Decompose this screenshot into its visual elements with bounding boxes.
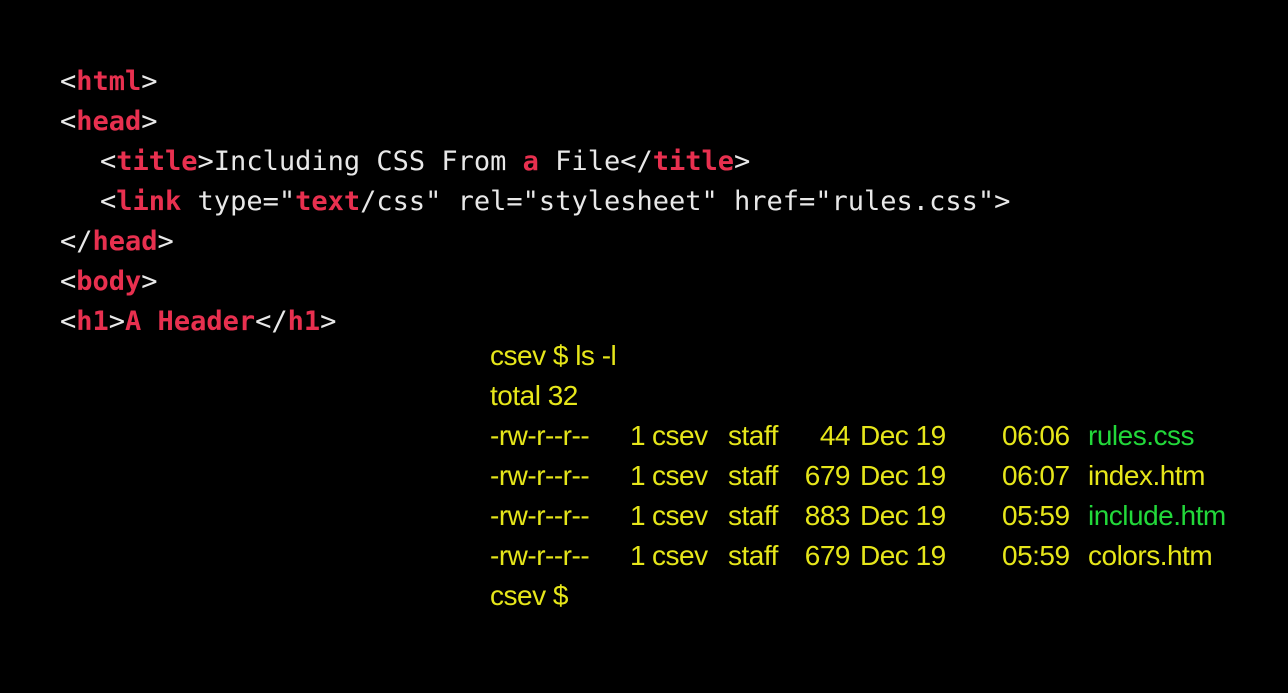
code-line: <title>Including CSS From a File</title> xyxy=(60,142,1010,182)
code-text: < xyxy=(100,186,117,217)
file-time: 06:07 xyxy=(1002,460,1070,491)
file-link-count: 1 xyxy=(630,420,646,451)
code-text: > xyxy=(320,306,337,337)
code-text: < xyxy=(60,306,77,337)
code-tag-name: head xyxy=(92,226,158,257)
code-text: < xyxy=(100,146,117,177)
file-permissions: -rw-r--r-- xyxy=(490,540,590,571)
code-tag-name: body xyxy=(76,266,142,297)
code-line: </head> xyxy=(60,222,1010,262)
file-date: Dec 19 xyxy=(860,500,946,531)
file-size: 679 xyxy=(804,540,851,571)
file-name: index.htm xyxy=(1088,460,1205,491)
file-row: -rw-r--r-- 1 csev staff 679 Dec 19 06:07 index.… xyxy=(490,456,1226,496)
code-tag-name: A Header xyxy=(125,306,256,337)
code-line: <link type="text/css" rel="stylesheet" h… xyxy=(60,182,1010,222)
file-link-count: 1 xyxy=(630,540,646,571)
file-size: 44 xyxy=(819,420,851,451)
file-group: staff xyxy=(728,540,778,571)
code-text: > xyxy=(108,306,126,337)
file-owner: csev xyxy=(652,460,708,491)
terminal-final-prompt: csev $ xyxy=(490,580,568,611)
terminal-output: csev $ ls -l total 32 -rw-r--r-- 1 csev sta… xyxy=(490,336,1226,616)
file-name: colors.htm xyxy=(1088,540,1213,571)
code-text: > xyxy=(157,226,174,257)
file-row: -rw-r--r-- 1 csev staff 44 Dec 19 06:06 rules.c… xyxy=(490,416,1226,456)
file-time: 06:06 xyxy=(1002,420,1070,451)
code-tag-name: a xyxy=(522,146,539,177)
file-row: -rw-r--r-- 1 csev staff 883 Dec 19 05:59 includ… xyxy=(490,496,1226,536)
file-size: 883 xyxy=(804,500,851,531)
code-text: > xyxy=(734,146,751,177)
code-tag-name: head xyxy=(76,106,142,137)
file-name: rules.css xyxy=(1088,420,1194,451)
code-tag-name: text xyxy=(295,186,361,217)
code-tag-name: title xyxy=(652,146,734,177)
file-group: staff xyxy=(728,500,778,531)
file-permissions: -rw-r--r-- xyxy=(490,460,590,491)
code-tag-name: title xyxy=(116,146,198,177)
file-group: staff xyxy=(728,460,778,491)
code-text: File</ xyxy=(538,146,653,177)
file-name: include.htm xyxy=(1088,500,1226,531)
file-size: 679 xyxy=(804,460,851,491)
code-text: </ xyxy=(60,226,93,257)
file-owner: csev xyxy=(652,420,708,451)
code-text: > xyxy=(141,106,158,137)
html-code-block: <html> <head> <title>Including CSS From a … xyxy=(60,62,1010,342)
code-line: <body> xyxy=(60,262,1010,302)
code-text: > xyxy=(141,66,158,97)
file-date: Dec 19 xyxy=(860,420,946,451)
file-date: Dec 19 xyxy=(860,540,946,571)
file-link-count: 1 xyxy=(630,500,646,531)
file-permissions: -rw-r--r-- xyxy=(490,420,590,451)
terminal-total-line: total 32 xyxy=(490,380,578,411)
terminal-command-line: csev $ ls -l xyxy=(490,340,617,371)
code-text: < xyxy=(60,266,77,297)
code-tag-name: h1 xyxy=(287,306,321,337)
file-time: 05:59 xyxy=(1002,500,1070,531)
code-text: > xyxy=(141,266,158,297)
file-listing: -rw-r--r-- 1 csev staff 44 Dec 19 06:06 rules.c… xyxy=(490,416,1226,576)
file-owner: csev xyxy=(652,540,708,571)
code-tag-name: html xyxy=(76,66,142,97)
code-text: >Including CSS From xyxy=(197,146,523,177)
file-date: Dec 19 xyxy=(860,460,946,491)
file-group: staff xyxy=(728,420,778,451)
slide: <html> <head> <title>Including CSS From a … xyxy=(0,0,1288,693)
code-tag-name: link xyxy=(116,186,182,217)
file-time: 05:59 xyxy=(1002,540,1070,571)
file-row: -rw-r--r-- 1 csev staff 679 Dec 19 05:59 colors… xyxy=(490,536,1226,576)
code-tag-name: h1 xyxy=(76,306,109,337)
code-text: < xyxy=(60,66,77,97)
file-owner: csev xyxy=(652,500,708,531)
file-permissions: -rw-r--r-- xyxy=(490,500,590,531)
code-text: /css" rel="stylesheet" href="rules.css"> xyxy=(360,186,1011,217)
code-text: type=" xyxy=(181,186,296,217)
file-link-count: 1 xyxy=(630,460,646,491)
code-text: </ xyxy=(255,306,288,337)
code-line: <html> xyxy=(60,62,1010,102)
code-line: <head> xyxy=(60,102,1010,142)
code-text: < xyxy=(60,106,77,137)
